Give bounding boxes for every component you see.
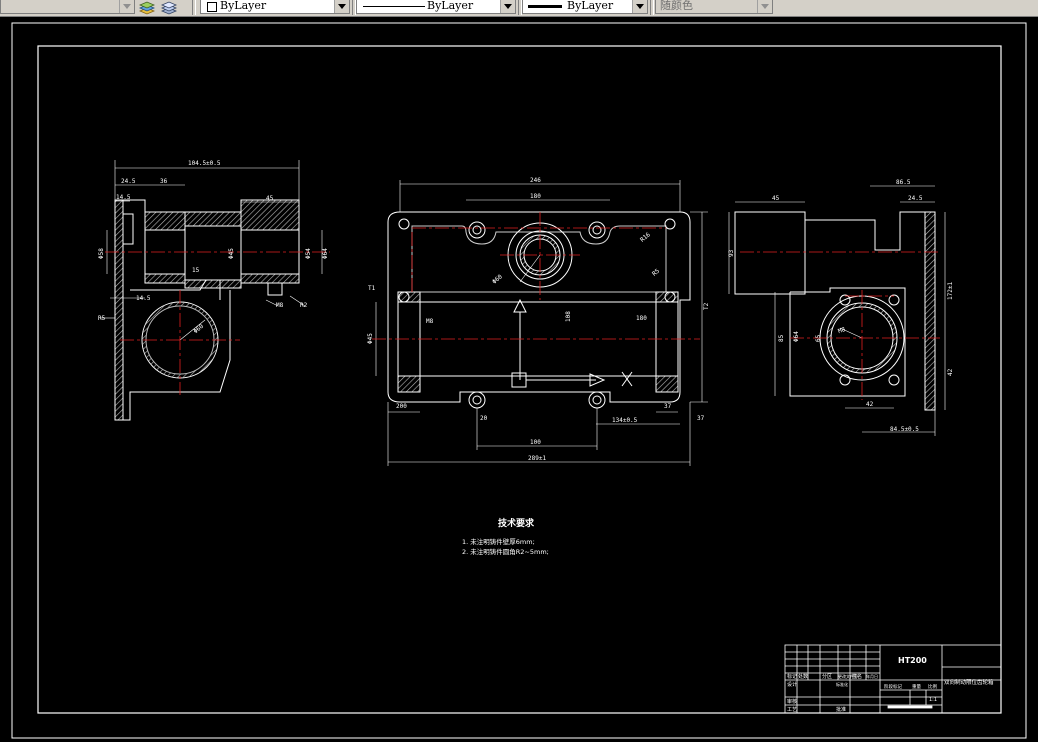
title-cell-label: 标准化 bbox=[836, 681, 848, 687]
dim-text: 14.5 bbox=[116, 194, 131, 201]
title-cell-label: 分区 bbox=[822, 673, 832, 680]
dim-text: T2 bbox=[703, 302, 710, 310]
dim-text: Φ64 bbox=[793, 331, 800, 342]
dim-text: 172±1 bbox=[947, 282, 954, 300]
chevron-down-icon[interactable] bbox=[757, 0, 772, 13]
dim-text: 45 bbox=[772, 195, 780, 202]
dim-text: 289±1 bbox=[528, 455, 546, 462]
dim-text: R5 bbox=[98, 315, 106, 322]
chevron-down-icon[interactable] bbox=[500, 0, 515, 13]
dim-text: 37 bbox=[697, 415, 705, 422]
chevron-down-icon[interactable] bbox=[632, 0, 647, 13]
technical-requirements: 技术要求 1. 未注明铸件壁厚6mm; 2. 未注明铸件圆角R2~5mm; bbox=[462, 517, 549, 556]
dim-text: 24.5 bbox=[121, 178, 136, 185]
tech-requirement-item: 2. 未注明铸件圆角R2~5mm; bbox=[462, 547, 549, 556]
properties-toolbar: ByLayer ByLayer ByLayer 随颜色 bbox=[0, 0, 1038, 17]
dim-text: T1 bbox=[368, 285, 376, 292]
dim-text: 93 bbox=[728, 249, 735, 257]
title-cell-label: 重量 bbox=[912, 683, 921, 690]
dim-text: Φ64 bbox=[322, 248, 329, 259]
toolbar-separator bbox=[192, 0, 196, 15]
title-cell-label: 审核 bbox=[787, 698, 797, 705]
dim-text: Φ45 bbox=[367, 333, 374, 344]
title-cell-label: 签名 bbox=[852, 673, 862, 680]
layer-dropdown-tail[interactable] bbox=[0, 0, 135, 14]
title-cell-label: 处数 bbox=[798, 673, 808, 680]
right-view-dimensions: 45 86.5 24.5 93 172±1 42 M8 85 Φ64 65 42… bbox=[728, 179, 954, 433]
dim-text: 14.5 bbox=[136, 295, 151, 302]
chevron-down-icon[interactable] bbox=[334, 0, 349, 13]
lineweight-dropdown[interactable]: ByLayer bbox=[522, 0, 648, 14]
tech-requirement-item: 1. 未注明铸件壁厚6mm; bbox=[462, 537, 535, 546]
dim-text: 42 bbox=[947, 368, 954, 376]
plotstyle-dropdown[interactable]: 随颜色 bbox=[655, 0, 773, 14]
dim-text: 20 bbox=[480, 415, 488, 422]
dim-text: 100 bbox=[530, 439, 541, 446]
tech-requirements-title: 技术要求 bbox=[498, 517, 535, 529]
title-cell-label: 设计 bbox=[787, 681, 797, 688]
sheet-outer-border bbox=[11, 22, 1027, 739]
part-name-label: 双向制动限位齿轮箱 bbox=[944, 678, 994, 686]
title-cell-label: 阶段标记 bbox=[884, 683, 902, 690]
left-section-view bbox=[100, 160, 323, 421]
dim-text: R2 bbox=[300, 302, 308, 309]
dim-text: 45 bbox=[266, 195, 274, 202]
left-view-centerlines bbox=[105, 251, 330, 395]
lineweight-dropdown-value: ByLayer bbox=[567, 0, 614, 12]
dim-text: 42 bbox=[866, 401, 874, 408]
toolbar-separator bbox=[650, 0, 654, 15]
dim-text: 180 bbox=[636, 315, 647, 322]
dim-text: R16 bbox=[639, 231, 652, 244]
dim-text: 200 bbox=[396, 403, 407, 410]
right-view bbox=[728, 185, 946, 436]
layer-previous-icon[interactable] bbox=[160, 0, 178, 15]
color-dropdown-value: ByLayer bbox=[220, 0, 267, 12]
dim-text: R5 bbox=[651, 267, 661, 277]
dim-text: 65 bbox=[815, 334, 822, 342]
title-cell-label: 年月日 bbox=[866, 673, 878, 679]
title-block bbox=[784, 644, 1002, 714]
title-cell-label: 批准 bbox=[836, 706, 846, 713]
left-view-dimensions: 104.5±0.5 24.5 36 14.5 45 Φ58 Φ45 Φ54 15… bbox=[98, 160, 329, 335]
title-cell-label: 比例 bbox=[928, 683, 937, 690]
plotstyle-dropdown-value: 随颜色 bbox=[660, 0, 693, 12]
linetype-dropdown-value: ByLayer bbox=[427, 0, 474, 12]
lineweight-preview bbox=[528, 5, 562, 8]
color-swatch-icon bbox=[207, 2, 217, 12]
linetype-preview bbox=[363, 6, 425, 7]
dim-text: 180 bbox=[530, 193, 541, 200]
chevron-down-icon[interactable] bbox=[119, 0, 134, 13]
dim-text: Φ58 bbox=[98, 248, 105, 259]
dim-text: Φ60 bbox=[491, 273, 504, 286]
material-label: HT200 bbox=[898, 656, 927, 665]
dim-text: 85 bbox=[778, 334, 785, 342]
title-cell-label: 工艺 bbox=[787, 707, 797, 713]
dim-text: M8 bbox=[276, 302, 284, 309]
dim-text: 246 bbox=[530, 177, 541, 184]
drawing-canvas[interactable]: 104.5±0.5 24.5 36 14.5 45 Φ58 Φ45 Φ54 15… bbox=[0, 16, 1038, 742]
layer-states-icon[interactable] bbox=[138, 0, 156, 15]
dim-text: 37 bbox=[664, 403, 672, 410]
dim-text: 108 bbox=[565, 311, 572, 322]
dim-text: 104.5±0.5 bbox=[188, 160, 221, 167]
dim-text: Φ60 bbox=[192, 323, 205, 336]
dim-text: 36 bbox=[160, 178, 168, 185]
dim-text: 24.5 bbox=[908, 195, 923, 202]
title-cell-label: 标记 bbox=[787, 673, 797, 680]
dim-text: 134±0.5 bbox=[612, 417, 638, 424]
dim-text: Φ54 bbox=[305, 248, 312, 259]
dim-text: M8 bbox=[426, 318, 434, 325]
dim-text: Φ45 bbox=[228, 248, 235, 259]
title-block-text: HT200 双向制动限位齿轮箱 标记 处数 分区 更改文件号 签名 年月日 设计… bbox=[787, 656, 994, 713]
color-dropdown[interactable]: ByLayer bbox=[200, 0, 350, 14]
front-view-dimensions: 246 180 R16 Φ60 R5 T1 M8 Φ45 108 200 37 … bbox=[367, 177, 710, 462]
scale-value: 1:1 bbox=[929, 697, 937, 703]
dim-text: 84.5±0.5 bbox=[890, 426, 919, 433]
linetype-dropdown[interactable]: ByLayer bbox=[356, 0, 516, 14]
dim-text: 86.5 bbox=[896, 179, 911, 186]
dim-text: 15 bbox=[192, 267, 200, 274]
